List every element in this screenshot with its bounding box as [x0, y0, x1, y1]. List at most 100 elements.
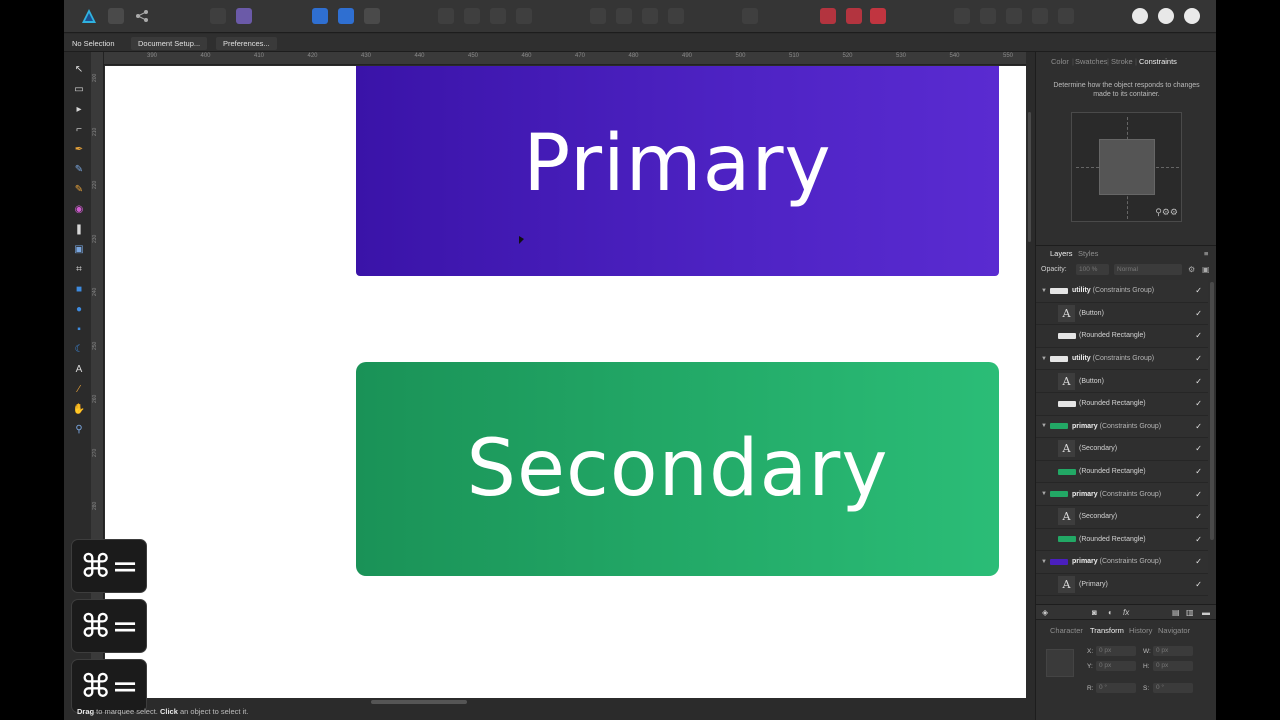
- layer-row[interactable]: (Rounded Rectangle) ✓: [1036, 393, 1208, 416]
- arrange-icon[interactable]: [1132, 8, 1148, 24]
- primary-button-artwork[interactable]: Primary: [356, 66, 999, 276]
- layer-row[interactable]: (Rounded Rectangle) ✓: [1036, 529, 1208, 552]
- tab-color[interactable]: Color: [1051, 57, 1069, 66]
- layer-row[interactable]: ▼ primary (Constraints Group) ✓: [1036, 551, 1208, 574]
- grid-icon[interactable]: [108, 8, 124, 24]
- lock-icon[interactable]: ▣: [1202, 265, 1210, 274]
- shear-field[interactable]: 0 °: [1153, 683, 1193, 693]
- layer-row[interactable]: ▼ utility (Constraints Group) ✓: [1036, 347, 1208, 371]
- visibility-check-icon[interactable]: ✓: [1195, 399, 1202, 408]
- text-tool-icon[interactable]: A: [72, 362, 86, 376]
- layer-row[interactable]: A (Secondary) ✓: [1036, 438, 1208, 461]
- boolean-add-icon[interactable]: [954, 8, 970, 24]
- arrange-backward-icon[interactable]: [464, 8, 480, 24]
- crescent-tool-icon[interactable]: ☾: [72, 342, 86, 356]
- tab-stroke[interactable]: Stroke: [1111, 57, 1133, 66]
- expand-triangle-icon[interactable]: ▼: [1041, 356, 1047, 362]
- visibility-check-icon[interactable]: ✓: [1195, 309, 1202, 318]
- boolean-divide-icon[interactable]: [1058, 8, 1074, 24]
- pixel-persona-icon[interactable]: [236, 8, 252, 24]
- visibility-check-icon[interactable]: ✓: [1195, 422, 1202, 431]
- arrange-back-icon[interactable]: [438, 8, 454, 24]
- w-field[interactable]: 0 px: [1153, 646, 1193, 656]
- node-tool-icon[interactable]: ▸: [72, 102, 86, 116]
- mask-icon[interactable]: ◙: [1092, 608, 1097, 617]
- layers-scrollbar[interactable]: [1210, 282, 1214, 540]
- rotate-right-icon[interactable]: [668, 8, 684, 24]
- align-icon[interactable]: [742, 8, 758, 24]
- arrange-forward-icon[interactable]: [490, 8, 506, 24]
- boolean-xor-icon[interactable]: [1032, 8, 1048, 24]
- ellipse-tool-icon[interactable]: ●: [72, 302, 86, 316]
- share-icon[interactable]: [134, 8, 150, 24]
- visibility-check-icon[interactable]: ✓: [1195, 490, 1202, 499]
- rotate-left-icon[interactable]: [642, 8, 658, 24]
- layer-row[interactable]: ▼ primary (Constraints Group) ✓: [1036, 415, 1208, 439]
- canvas[interactable]: Primary Secondary: [105, 66, 1026, 698]
- brush-tool-icon[interactable]: ✎: [72, 182, 86, 196]
- expand-triangle-icon[interactable]: ▼: [1041, 423, 1047, 429]
- pencil-tool-icon[interactable]: ✎: [72, 162, 86, 176]
- boolean-intersect-icon[interactable]: [1006, 8, 1022, 24]
- constraint-options-icon[interactable]: ⚲⚙⚙: [1155, 207, 1178, 218]
- snapping-toggle-icon[interactable]: [846, 8, 862, 24]
- select-all-icon[interactable]: [312, 8, 328, 24]
- fill-tool-icon[interactable]: ◉: [72, 202, 86, 216]
- document-setup-button[interactable]: Document Setup...: [131, 37, 208, 50]
- blend-mode-select[interactable]: Normal: [1114, 264, 1182, 275]
- visibility-check-icon[interactable]: ✓: [1195, 557, 1202, 566]
- layer-row[interactable]: (Rounded Rectangle) ✓: [1036, 461, 1208, 484]
- tab-constraints[interactable]: Constraints: [1139, 57, 1177, 66]
- pen-tool-icon[interactable]: ✒: [72, 142, 86, 156]
- layer-row[interactable]: ▼ utility (Constraints Group) ✓: [1036, 280, 1208, 303]
- adjustment-icon[interactable]: ◐: [1108, 608, 1113, 617]
- visibility-check-icon[interactable]: ✓: [1195, 512, 1202, 521]
- tab-navigator[interactable]: Navigator: [1158, 626, 1190, 635]
- zoom-tool-icon[interactable]: ⚲: [72, 422, 86, 436]
- tab-history[interactable]: History: [1129, 626, 1152, 635]
- new-layer-icon[interactable]: ▤: [1172, 608, 1180, 617]
- visibility-check-icon[interactable]: ✓: [1195, 377, 1202, 386]
- select-inside-icon[interactable]: [338, 8, 354, 24]
- designer-persona-icon[interactable]: [210, 8, 226, 24]
- move-tool-icon[interactable]: ↖: [72, 62, 86, 76]
- gear-icon[interactable]: ⚙: [1188, 265, 1195, 274]
- panel-menu-icon[interactable]: ≡: [1204, 249, 1208, 258]
- affinity-logo-icon[interactable]: [81, 8, 97, 24]
- tab-transform[interactable]: Transform: [1090, 626, 1124, 635]
- tab-swatches[interactable]: Swatches: [1075, 57, 1108, 66]
- rotation-field[interactable]: 0 °: [1096, 683, 1136, 693]
- layer-row[interactable]: A (Secondary) ✓: [1036, 506, 1208, 529]
- hand-tool-icon[interactable]: ✋: [72, 402, 86, 416]
- layer-row[interactable]: (Rounded Rectangle) ✓: [1036, 325, 1208, 348]
- tab-character[interactable]: Character: [1050, 626, 1083, 635]
- new-group-icon[interactable]: ▥: [1186, 608, 1194, 617]
- secondary-button-artwork[interactable]: Secondary: [356, 362, 999, 576]
- constraints-diagram[interactable]: ⚲⚙⚙: [1071, 112, 1182, 222]
- visibility-check-icon[interactable]: ✓: [1195, 444, 1202, 453]
- place-image-tool-icon[interactable]: ▣: [72, 242, 86, 256]
- arrange-front-icon[interactable]: [516, 8, 532, 24]
- transform-origin-icon[interactable]: [364, 8, 380, 24]
- preferences-button[interactable]: Preferences...: [216, 37, 277, 50]
- artboard-tool-icon[interactable]: ▭: [72, 82, 86, 96]
- layers-icon[interactable]: ◈: [1042, 608, 1048, 617]
- rectangle-tool-icon[interactable]: ■: [72, 282, 86, 296]
- visibility-check-icon[interactable]: ✓: [1195, 354, 1202, 363]
- fx-icon[interactable]: fx: [1123, 608, 1129, 617]
- expand-triangle-icon[interactable]: ▼: [1041, 288, 1047, 294]
- visibility-check-icon[interactable]: ✓: [1195, 286, 1202, 295]
- crop-tool-icon[interactable]: ⌗: [72, 262, 86, 276]
- expand-triangle-icon[interactable]: ▼: [1041, 559, 1047, 565]
- corner-tool-icon[interactable]: ⌐: [72, 122, 86, 136]
- expand-triangle-icon[interactable]: ▼: [1041, 491, 1047, 497]
- vertical-scrollbar[interactable]: [1026, 52, 1033, 698]
- color-picker-icon[interactable]: ⁄: [72, 382, 86, 396]
- y-field[interactable]: 0 px: [1096, 661, 1136, 671]
- boolean-subtract-icon[interactable]: [980, 8, 996, 24]
- layer-row[interactable]: A (Primary) ✓: [1036, 574, 1208, 597]
- flip-vertical-icon[interactable]: [616, 8, 632, 24]
- insert-inside-icon[interactable]: [1158, 8, 1174, 24]
- transparency-tool-icon[interactable]: ❚: [72, 222, 86, 236]
- visibility-check-icon[interactable]: ✓: [1195, 331, 1202, 340]
